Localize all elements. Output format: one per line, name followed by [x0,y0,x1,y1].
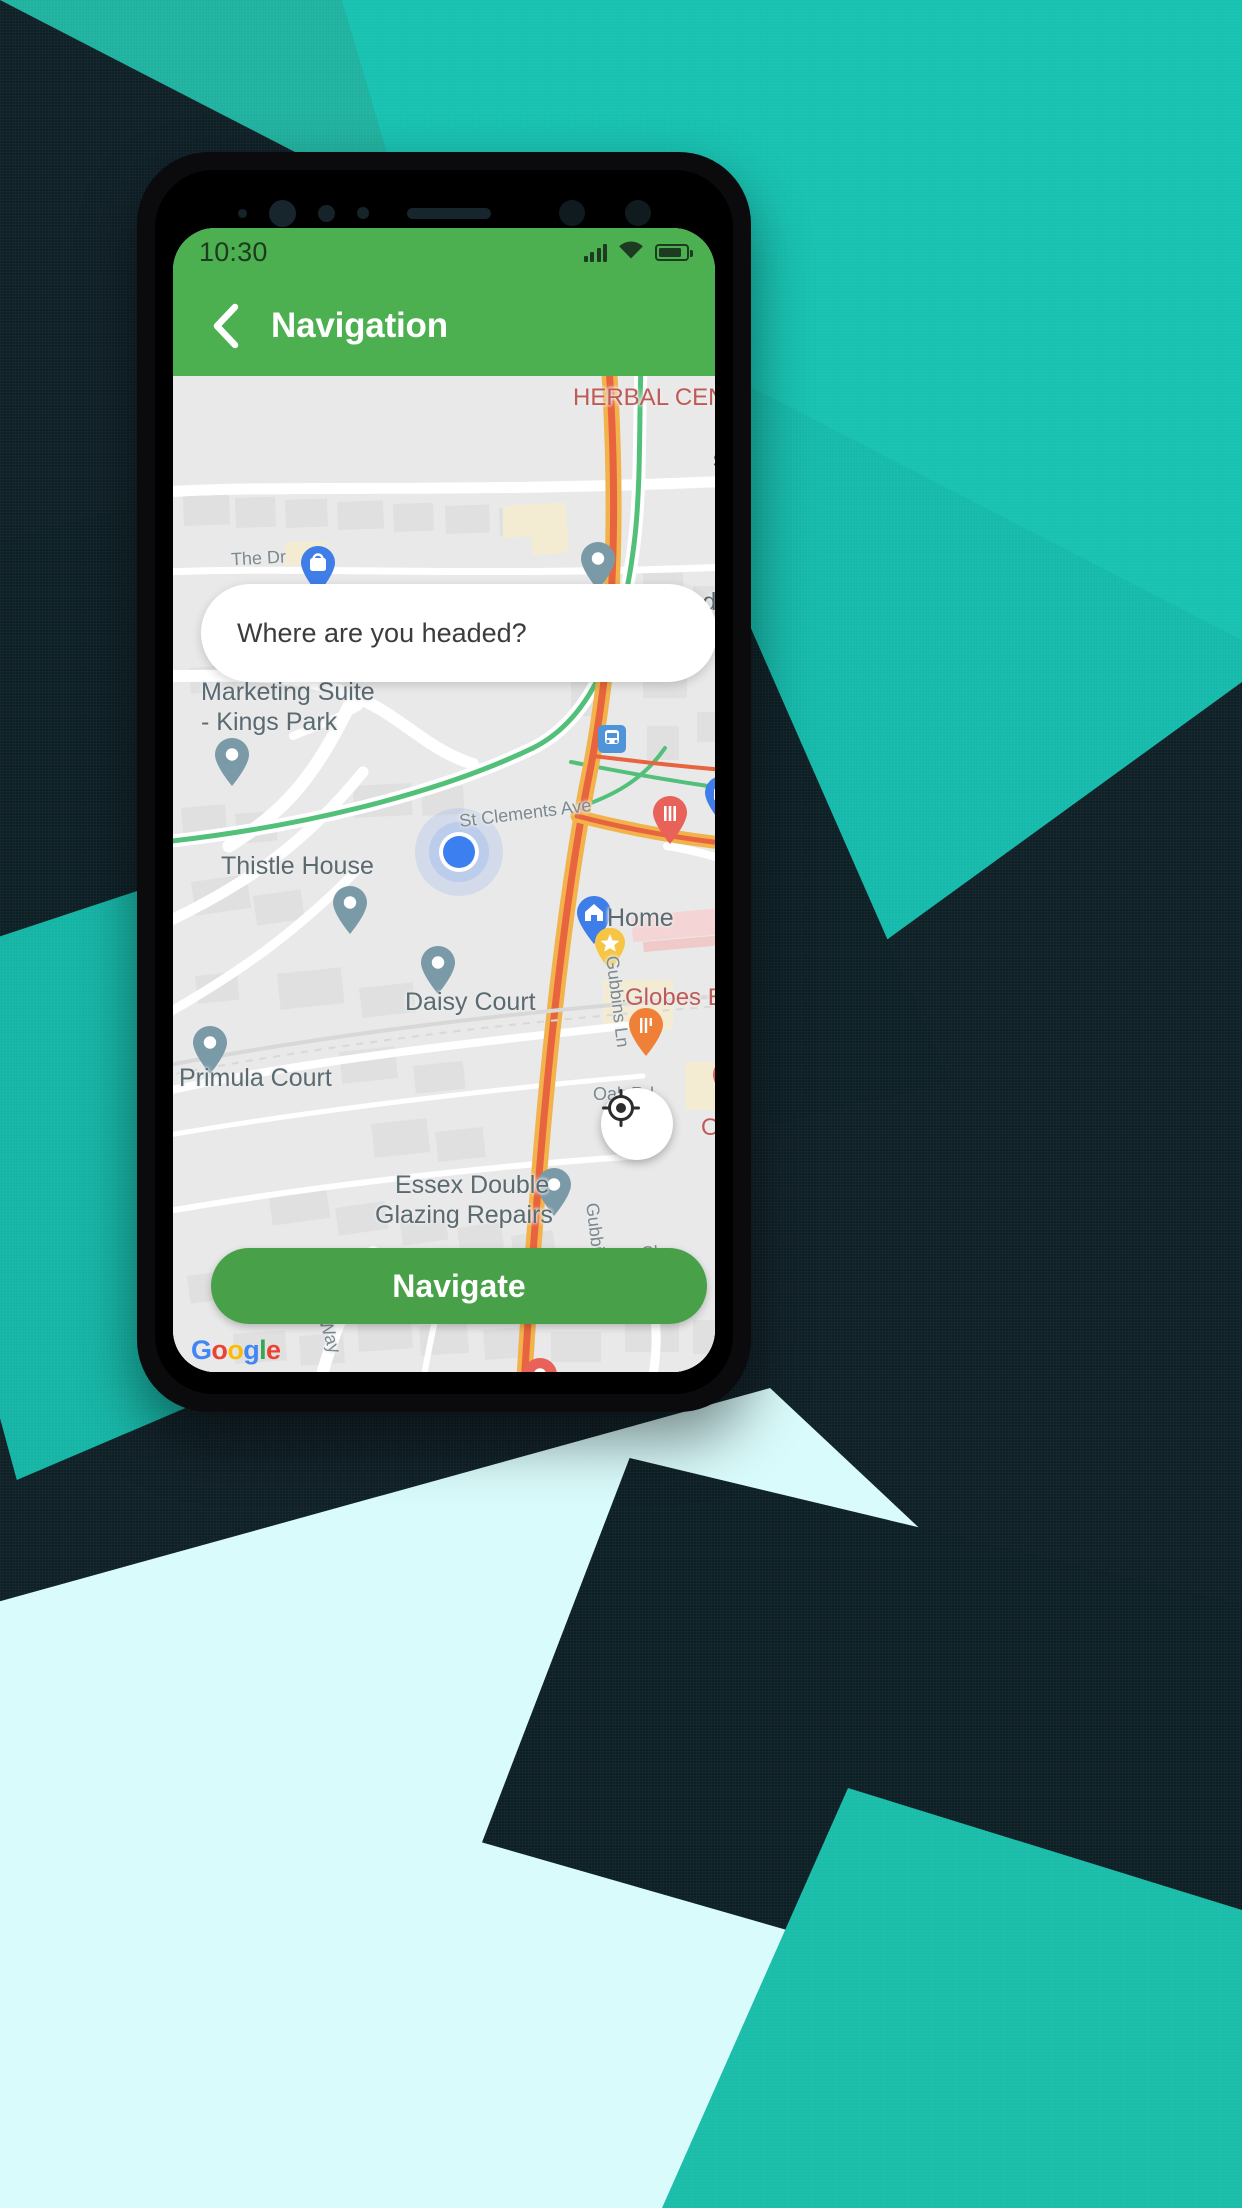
camera-lens-b-icon [624,200,651,226]
chevron-left-icon [213,303,239,349]
light-sensor-icon [356,207,369,219]
phone-notch-sensors [155,192,733,234]
status-bar-indicators [583,240,693,265]
google-attribution: Google [191,1335,281,1365]
navigate-button-label: Navigate [392,1267,526,1304]
sensor-dot-icon [237,208,247,218]
phone-bezel: 10:30 Navigation Where are you headed? H… [155,170,733,1394]
page-title: Navigation [271,306,448,345]
phone-mockup: 10:30 Navigation Where are you headed? H… [137,152,751,1412]
front-camera-icon [268,199,296,227]
map-view[interactable]: HERBAL CENs LaThe DrSCWHarold WoodMethod… [173,376,715,1372]
my-location-icon [602,1089,640,1127]
back-button[interactable] [199,300,251,352]
phone-screen: 10:30 Navigation Where are you headed? H… [173,228,715,1372]
status-bar: 10:30 [173,228,715,276]
map-vector-layer [173,376,715,1372]
app-bar: Navigation [173,276,715,376]
navigate-button[interactable]: Navigate [211,1248,707,1324]
earpiece-speaker-icon [406,207,491,219]
status-bar-clock: 10:30 [199,236,268,267]
my-location-button[interactable] [601,1088,673,1160]
cellular-signal-icon [583,242,607,262]
proximity-sensor-icon [317,204,335,222]
search-input[interactable] [237,617,681,649]
camera-lens-a-icon [558,200,585,226]
destination-search-bar[interactable] [201,584,715,682]
battery-icon [655,243,693,261]
wifi-icon [618,240,644,265]
